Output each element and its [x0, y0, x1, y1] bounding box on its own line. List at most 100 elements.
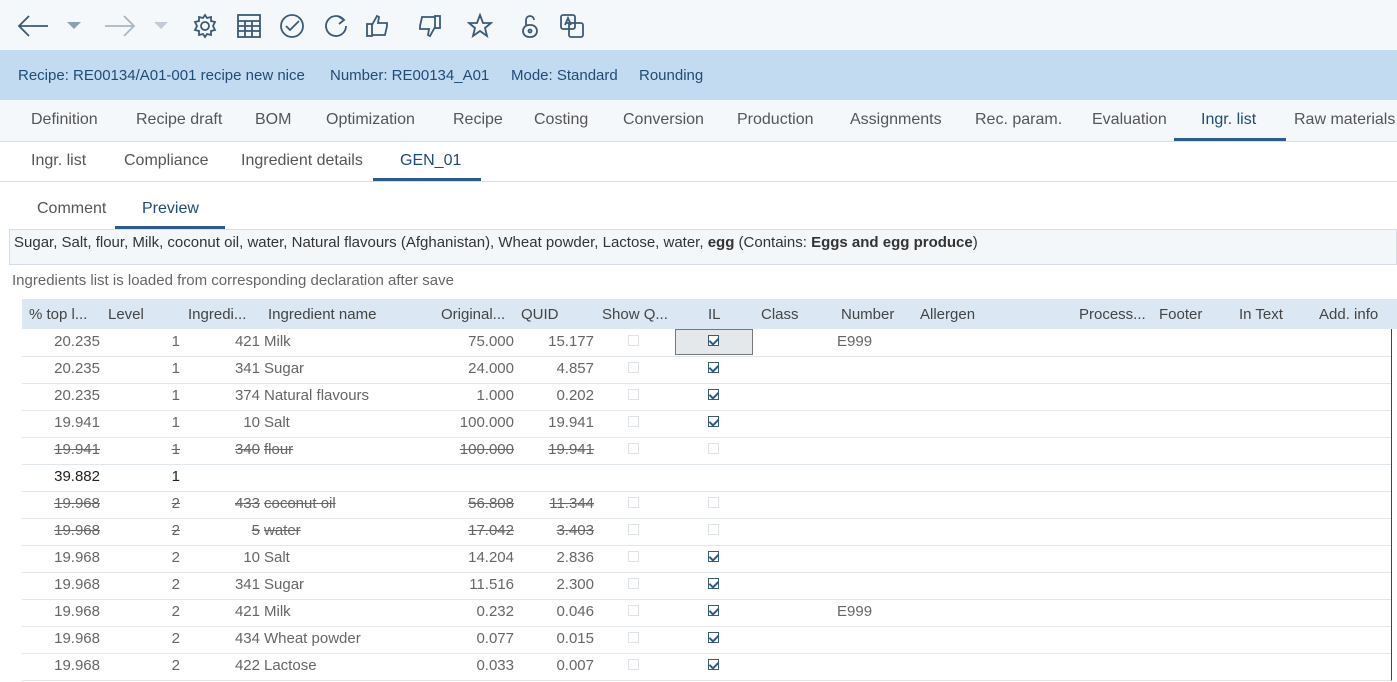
- col-in-text[interactable]: In Text: [1239, 306, 1283, 323]
- subtab-gen-01[interactable]: GEN_01: [400, 152, 461, 170]
- il-checkbox[interactable]: [708, 335, 719, 346]
- col-level[interactable]: Level: [108, 306, 144, 323]
- check-circle-icon[interactable]: [275, 8, 309, 44]
- il-checkbox[interactable]: [708, 551, 719, 562]
- table-row[interactable]: 20.235 1 374 Natural flavours 1.000 0.202: [22, 383, 1392, 411]
- gear-icon[interactable]: [188, 8, 222, 44]
- show-quid-checkbox[interactable]: [628, 335, 639, 346]
- tab-raw-materials[interactable]: Raw materials: [1294, 111, 1395, 129]
- tab-conversion[interactable]: Conversion: [623, 111, 704, 129]
- show-quid-checkbox[interactable]: [628, 659, 639, 670]
- tab-assignments[interactable]: Assignments: [850, 111, 942, 129]
- show-quid-checkbox[interactable]: [628, 578, 639, 589]
- table-header: % top l... Level Ingredi... Ingredient n…: [22, 299, 1397, 329]
- show-quid-checkbox[interactable]: [628, 443, 639, 454]
- table-row[interactable]: 20.235 1 341 Sugar 24.000 4.857: [22, 356, 1392, 384]
- il-checkbox[interactable]: [708, 524, 719, 535]
- table-row[interactable]: 19.941 1 10 Salt 100.000 19.941: [22, 410, 1392, 438]
- col-show-q[interactable]: Show Q...: [602, 306, 668, 323]
- table-row[interactable]: 19.968 2 434 Wheat powder 0.077 0.015: [22, 626, 1392, 654]
- tab-evaluation[interactable]: Evaluation: [1092, 111, 1167, 129]
- table-row[interactable]: 20.235 1 421 Milk 75.000 15.177 E999: [22, 329, 1392, 357]
- show-quid-checkbox[interactable]: [628, 605, 639, 616]
- tab-optimization[interactable]: Optimization: [326, 111, 415, 129]
- table-row[interactable]: 19.968 2 10 Salt 14.204 2.836: [22, 545, 1392, 573]
- il-checkbox[interactable]: [708, 389, 719, 400]
- cell-original: 11.516: [469, 576, 514, 593]
- dropdown-icon[interactable]: [144, 8, 178, 44]
- col-il[interactable]: IL: [708, 306, 721, 323]
- table-row[interactable]: 19.968 2 341 Sugar 11.516 2.300: [22, 572, 1392, 600]
- tab-bom[interactable]: BOM: [255, 111, 291, 129]
- cell-ingredient-name: Milk: [264, 333, 291, 350]
- show-quid-checkbox[interactable]: [628, 524, 639, 535]
- col-allergen[interactable]: Allergen: [920, 306, 975, 323]
- table-row[interactable]: 19.941 1 340 flour 100.000 19.941: [22, 437, 1392, 465]
- cell-ingredient: 340: [234, 441, 260, 458]
- show-quid-checkbox[interactable]: [628, 416, 639, 427]
- tab-recipe-draft[interactable]: Recipe draft: [136, 111, 222, 129]
- ingredient-preview: Sugar, Salt, flour, Milk, coconut oil, w…: [9, 229, 1397, 265]
- lock-icon[interactable]: [513, 8, 547, 44]
- col-pct-top[interactable]: % top l...: [29, 306, 87, 323]
- thumbs-up-icon[interactable]: [361, 8, 395, 44]
- star-icon[interactable]: [463, 8, 497, 44]
- col-original[interactable]: Original...: [441, 306, 505, 323]
- translate-icon[interactable]: [555, 8, 589, 44]
- col-process[interactable]: Process...: [1079, 306, 1146, 323]
- cell-original: 56.808: [468, 495, 514, 512]
- show-quid-checkbox[interactable]: [628, 551, 639, 562]
- col-add-info[interactable]: Add. info: [1319, 306, 1378, 323]
- il-checkbox[interactable]: [708, 578, 719, 589]
- il-checkbox[interactable]: [708, 659, 719, 670]
- table-row[interactable]: 19.968 2 422 Lactose 0.033 0.007: [22, 653, 1392, 681]
- il-checkbox[interactable]: [708, 632, 719, 643]
- tab-ingr-list[interactable]: Ingr. list: [1201, 111, 1256, 129]
- tab-rec-param[interactable]: Rec. param.: [975, 111, 1062, 129]
- table-row[interactable]: 19.968 2 421 Milk 0.232 0.046 E999: [22, 599, 1392, 627]
- tab-costing[interactable]: Costing: [534, 111, 588, 129]
- tab-comment[interactable]: Comment: [37, 200, 106, 218]
- il-checkbox[interactable]: [708, 443, 719, 454]
- subtab-ingr-list[interactable]: Ingr. list: [31, 152, 86, 170]
- preview-contains-open: (Contains:: [734, 234, 812, 251]
- table-row[interactable]: 19.968 2 5 water 17.042 3.403: [22, 518, 1392, 546]
- show-quid-checkbox[interactable]: [628, 362, 639, 373]
- table-row[interactable]: 19.968 2 433 coconut oil 56.808 11.344: [22, 491, 1392, 519]
- table-row[interactable]: 39.882 1: [22, 464, 1392, 492]
- cell-pct-top: 39.882: [54, 468, 100, 485]
- rounding-label[interactable]: Rounding: [639, 67, 703, 84]
- show-quid-checkbox[interactable]: [628, 497, 639, 508]
- refresh-icon[interactable]: [319, 8, 353, 44]
- subtab-ingredient-details[interactable]: Ingredient details: [241, 152, 363, 170]
- tab-definition[interactable]: Definition: [31, 111, 98, 129]
- il-checkbox[interactable]: [708, 362, 719, 373]
- calculator-icon[interactable]: [232, 8, 266, 44]
- tab-recipe[interactable]: Recipe: [453, 111, 503, 129]
- cell-quid: 2.836: [556, 549, 594, 566]
- tab-preview[interactable]: Preview: [142, 200, 199, 218]
- back-arrow-icon[interactable]: [16, 8, 50, 44]
- il-checkbox[interactable]: [708, 605, 719, 616]
- cell-quid: 0.015: [556, 630, 594, 647]
- cell-ingredient: 374: [234, 387, 260, 404]
- col-number[interactable]: Number: [841, 306, 894, 323]
- cell-original: 14.204: [468, 549, 514, 566]
- cell-ingredient-name: Sugar: [264, 360, 305, 377]
- col-quid[interactable]: QUID: [521, 306, 559, 323]
- subtab-compliance[interactable]: Compliance: [124, 152, 208, 170]
- col-class[interactable]: Class: [761, 306, 799, 323]
- col-ingredient[interactable]: Ingredi...: [188, 306, 246, 323]
- il-checkbox[interactable]: [708, 416, 719, 427]
- show-quid-checkbox[interactable]: [628, 389, 639, 400]
- col-footer[interactable]: Footer: [1159, 306, 1202, 323]
- tab-production[interactable]: Production: [737, 111, 814, 129]
- thumbs-down-icon[interactable]: [412, 8, 446, 44]
- col-ingredient-name[interactable]: Ingredient name: [268, 306, 376, 323]
- il-checkbox[interactable]: [708, 497, 719, 508]
- dropdown-icon[interactable]: [57, 8, 91, 44]
- forward-arrow-icon[interactable]: [103, 8, 137, 44]
- cell-ingredient-name: coconut oil: [264, 495, 336, 512]
- show-quid-checkbox[interactable]: [628, 632, 639, 643]
- cell-pct-top: 19.968: [54, 549, 100, 566]
